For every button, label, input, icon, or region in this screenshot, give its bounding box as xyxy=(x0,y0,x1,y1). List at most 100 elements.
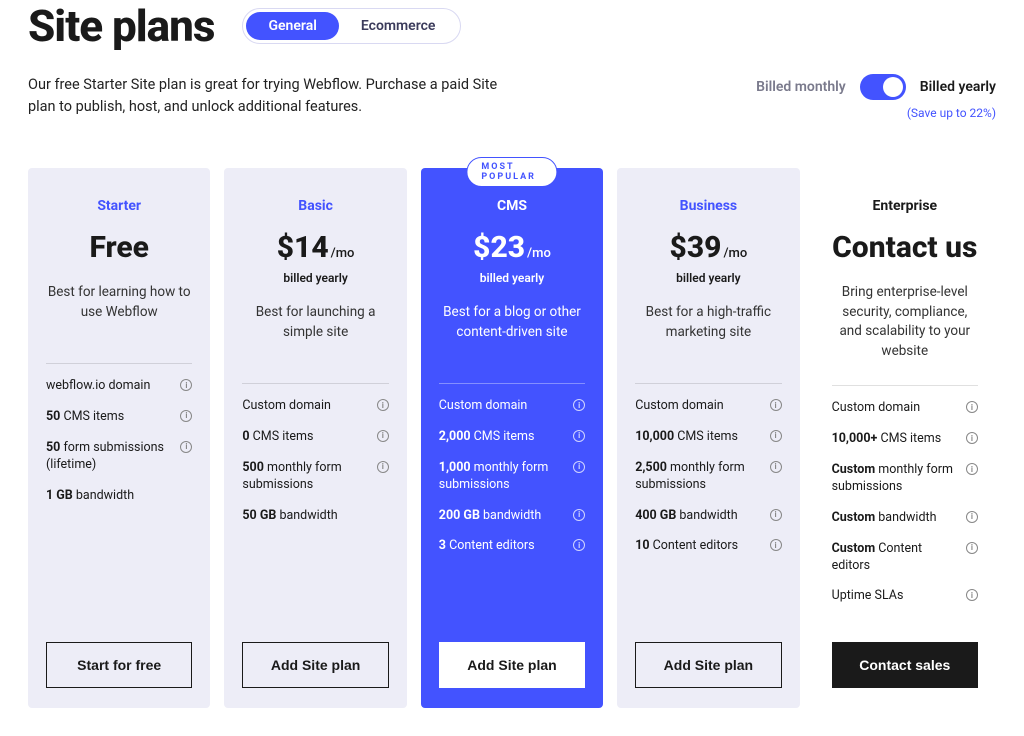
info-icon[interactable]: i xyxy=(573,399,585,411)
info-icon[interactable]: i xyxy=(377,430,389,442)
feature-text: Uptime SLAs xyxy=(832,588,904,605)
divider xyxy=(46,363,192,364)
feature-item: Custom domain i xyxy=(242,398,388,415)
plan-type-tabs: General Ecommerce xyxy=(242,8,461,44)
info-icon[interactable]: i xyxy=(770,461,782,473)
billed-monthly-label: Billed monthly xyxy=(756,79,846,95)
feature-text: 0 CMS items xyxy=(242,429,313,446)
plan-price: Free xyxy=(46,230,192,265)
billing-toggle[interactable] xyxy=(860,74,906,100)
info-icon[interactable]: i xyxy=(966,511,978,523)
info-icon[interactable]: i xyxy=(573,461,585,473)
plan-features: Custom domaini2,000 CMS itemsi1,000 mont… xyxy=(439,398,585,624)
feature-item: 50 form submissions (lifetime) i xyxy=(46,440,192,474)
feature-text: webflow.io domain xyxy=(46,378,150,395)
feature-item: 2,500 monthly form submissionsi xyxy=(635,460,781,494)
tab-ecommerce[interactable]: Ecommerce xyxy=(339,12,458,40)
info-icon[interactable]: i xyxy=(573,509,585,521)
feature-item: 10 Content editors i xyxy=(635,538,781,555)
starter-cta-button[interactable]: Start for free xyxy=(46,642,192,688)
feature-text: Custom bandwidth xyxy=(832,510,937,527)
plan-card-starter: Starter Free Best for learning how to use … xyxy=(28,168,210,708)
feature-item: Custom domain i xyxy=(439,398,585,415)
info-icon[interactable]: i xyxy=(377,399,389,411)
plan-billed-note: billed yearly xyxy=(635,271,781,285)
feature-item: 0 CMS items i xyxy=(242,429,388,446)
feature-text: 3 Content editors xyxy=(439,538,535,555)
plans-description: Our free Starter Site plan is great for … xyxy=(28,74,528,118)
plan-card-basic: Basic$14/mobilled yearlyBest for launchi… xyxy=(224,168,406,708)
plan-price: Contact us xyxy=(832,230,978,265)
most-popular-badge: MOST POPULAR xyxy=(466,157,557,187)
info-icon[interactable]: i xyxy=(180,410,192,422)
info-icon[interactable]: i xyxy=(180,379,192,391)
info-icon[interactable]: i xyxy=(770,430,782,442)
divider xyxy=(635,383,781,384)
divider xyxy=(439,383,585,384)
plan-name: CMS xyxy=(439,198,585,214)
info-icon[interactable]: i xyxy=(770,539,782,551)
plan-name: Enterprise xyxy=(832,198,978,214)
feature-item: webflow.io domain i xyxy=(46,378,192,395)
info-icon[interactable]: i xyxy=(770,399,782,411)
feature-item: Custom Content editorsi xyxy=(832,541,978,575)
divider xyxy=(832,385,978,386)
plan-price: $23/mo xyxy=(439,230,585,265)
feature-item: Custom monthly form submissions i xyxy=(832,462,978,496)
feature-item: 1,000 monthly form submissionsi xyxy=(439,460,585,494)
basic-cta-button[interactable]: Add Site plan xyxy=(242,642,388,688)
plan-features: Custom domaini10,000+ CMS itemsiCustom m… xyxy=(832,400,978,624)
business-cta-button[interactable]: Add Site plan xyxy=(635,642,781,688)
feature-text: Custom domain xyxy=(832,400,921,417)
billing-savings: (Save up to 22%) xyxy=(756,106,996,120)
plan-price: $39/mo xyxy=(635,230,781,265)
feature-text: Custom domain xyxy=(635,398,724,415)
plan-card-enterprise: Enterprise Contact us Bring enterprise-lev… xyxy=(814,168,996,708)
enterprise-cta-button[interactable]: Contact sales xyxy=(832,642,978,688)
plan-name: Starter xyxy=(46,198,192,214)
plan-billed-note: billed yearly xyxy=(439,271,585,285)
feature-text: 2,000 CMS items xyxy=(439,429,535,446)
divider xyxy=(242,383,388,384)
feature-item: Custom bandwidth i xyxy=(832,510,978,527)
feature-item: 400 GB bandwidth i xyxy=(635,508,781,525)
feature-text: 10,000+ CMS items xyxy=(832,431,942,448)
plan-card-business: Business $39/mo billed yearly Best for a hi… xyxy=(617,168,799,708)
plan-name: Business xyxy=(635,198,781,214)
info-icon[interactable]: i xyxy=(966,589,978,601)
plan-features: Custom domain i 0 CMS items i 500 monthly fo… xyxy=(242,398,388,624)
feature-text: 500 monthly form submissions xyxy=(242,460,368,494)
info-icon[interactable]: i xyxy=(573,430,585,442)
feature-text: 10 Content editors xyxy=(635,538,738,555)
info-icon[interactable]: i xyxy=(966,463,978,475)
plan-name: Basic xyxy=(242,198,388,214)
feature-item: 1 GB bandwidth xyxy=(46,488,192,505)
feature-text: 10,000 CMS items xyxy=(635,429,738,446)
plan-features: Custom domaini10,000 CMS itemsi2,500 mon… xyxy=(635,398,781,624)
info-icon[interactable]: i xyxy=(966,432,978,444)
plan-tagline: Best for a high-traffic marketing site xyxy=(635,303,781,359)
cms-cta-button[interactable]: Add Site plan xyxy=(439,642,585,688)
info-icon[interactable]: i xyxy=(180,441,192,453)
info-icon[interactable]: i xyxy=(966,401,978,413)
plan-card-cms: MOST POPULARCMS$23/mobilled yearlyBest f… xyxy=(421,168,603,708)
feature-text: 1 GB bandwidth xyxy=(46,488,134,505)
billed-yearly-label: Billed yearly xyxy=(920,79,996,95)
feature-text: Custom domain xyxy=(439,398,528,415)
feature-text: Custom domain xyxy=(242,398,331,415)
info-icon[interactable]: i xyxy=(573,539,585,551)
plan-tagline: Bring enterprise-level security, complia… xyxy=(832,283,978,361)
plan-tagline: Best for a blog or other content-driven … xyxy=(439,303,585,359)
plan-tagline: Best for learning how to use Webflow xyxy=(46,283,192,339)
plan-features: webflow.io domaini50 CMS itemsi50 form s… xyxy=(46,378,192,624)
info-icon[interactable]: i xyxy=(377,461,389,473)
feature-item: 50 CMS itemsi xyxy=(46,409,192,426)
feature-text: 400 GB bandwidth xyxy=(635,508,737,525)
tab-general[interactable]: General xyxy=(246,12,338,40)
info-icon[interactable]: i xyxy=(770,509,782,521)
feature-text: 200 GB bandwidth xyxy=(439,508,541,525)
feature-item: 50 GB bandwidth xyxy=(242,508,388,525)
info-icon[interactable]: i xyxy=(966,542,978,554)
feature-text: Custom monthly form submissions xyxy=(832,462,958,496)
feature-text: 50 form submissions (lifetime) xyxy=(46,440,172,474)
